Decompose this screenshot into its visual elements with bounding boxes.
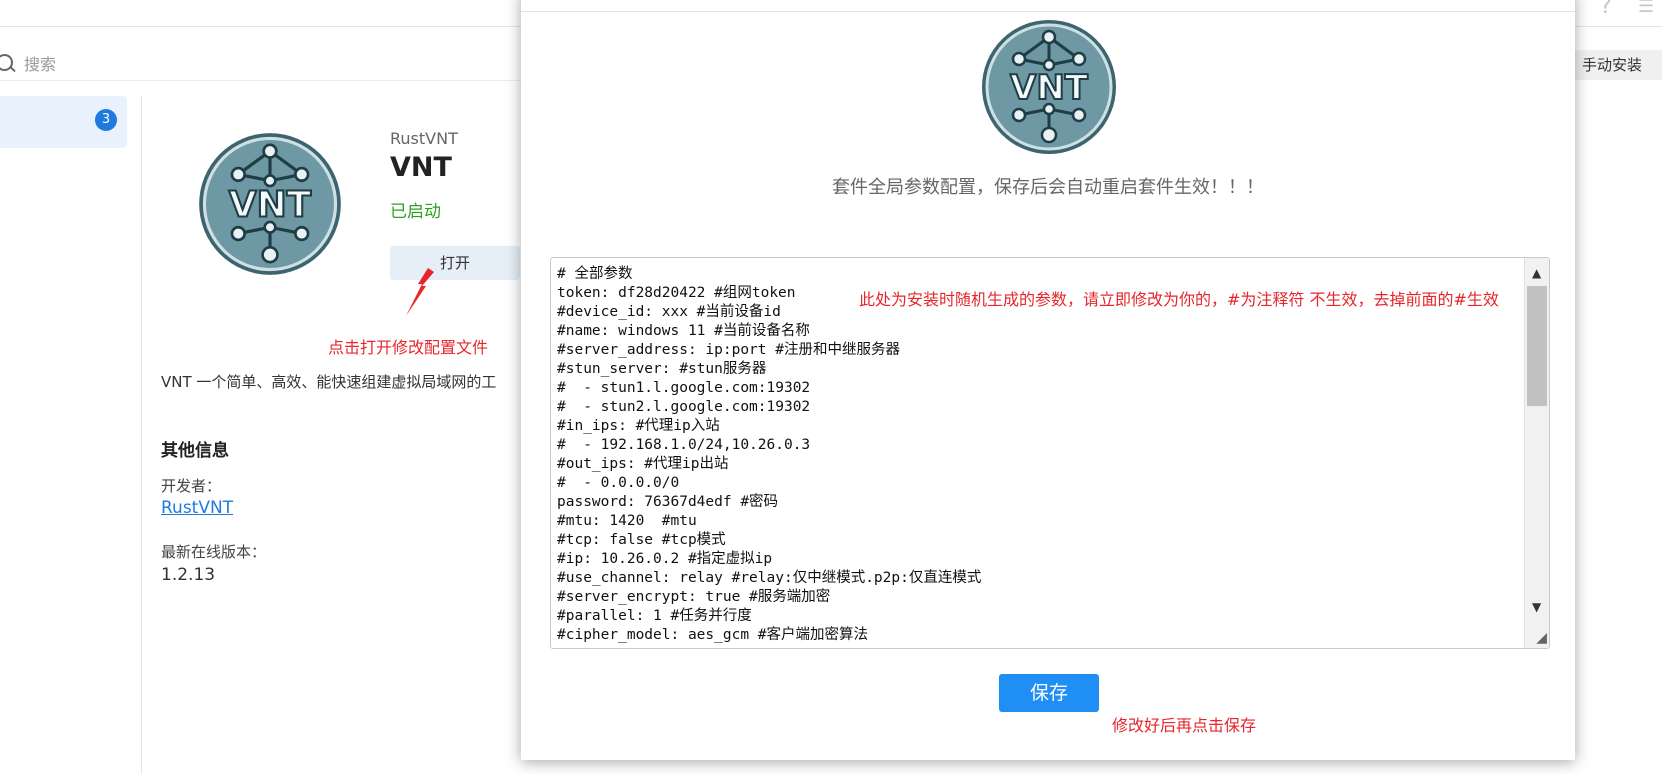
developer-link[interactable]: RustVNT: [161, 498, 233, 518]
count-badge: 3: [95, 109, 117, 131]
save-hint-annotation: 修改好后再点击保存: [1112, 716, 1257, 735]
open-hint-annotation: 点击打开修改配置文件: [328, 338, 489, 357]
app-vendor: RustVNT: [390, 129, 458, 148]
logo-text: VNT: [1010, 68, 1089, 108]
params-hint-annotation: 此处为安装时随机生成的参数，请立即修改为你的，#为注释符 不生效，去掉前面的#生…: [859, 290, 1499, 309]
latest-version-label: 最新在线版本：: [161, 543, 267, 561]
vnt-logo-icon: VNT: [982, 20, 1116, 154]
config-editor[interactable]: # 全部参数 token: df28d20422 #组网token #devic…: [550, 257, 1550, 649]
manual-install-button[interactable]: 手动安装: [1570, 50, 1662, 80]
app-title: VNT: [390, 152, 452, 183]
app-status: 已启动: [390, 202, 441, 222]
logo-text: VNT: [229, 185, 312, 226]
scroll-down-icon[interactable]: ▼: [1532, 600, 1541, 614]
sidebar-item-active[interactable]: 3: [0, 96, 127, 148]
annotation-arrow-icon: [406, 268, 434, 316]
latest-version-value: 1.2.13: [161, 565, 216, 585]
scroll-up-icon[interactable]: ▲: [1532, 266, 1541, 280]
search-icon: [0, 54, 13, 71]
dialog-titlebar: [521, 0, 1575, 12]
config-dialog: VNT 套件全局参数配置，保存后会自动重启套件生效！！！ # 全部参数 toke…: [521, 0, 1575, 760]
dialog-message: 套件全局参数配置，保存后会自动重启套件生效！！！: [832, 177, 1264, 198]
vnt-logo-icon: VNT: [199, 133, 341, 275]
editor-scrollbar[interactable]: ▲ ▼: [1524, 258, 1549, 648]
menu-icon[interactable]: ☰: [1638, 0, 1654, 17]
scroll-thumb[interactable]: [1527, 286, 1547, 406]
search-bar: [0, 48, 560, 81]
resize-handle-icon[interactable]: ◢: [1536, 630, 1547, 646]
search-input[interactable]: [22, 50, 546, 78]
save-button[interactable]: 保存: [999, 674, 1099, 712]
developer-label: 开发者：: [161, 477, 222, 495]
app-description: VNT 一个简单、高效、能快速组建虚拟局域网的工: [161, 373, 497, 391]
help-icon[interactable]: ?: [1600, 0, 1612, 19]
divider: [141, 96, 142, 774]
config-textarea[interactable]: # 全部参数 token: df28d20422 #组网token #devic…: [551, 258, 1549, 648]
other-info-heading: 其他信息: [161, 441, 229, 461]
